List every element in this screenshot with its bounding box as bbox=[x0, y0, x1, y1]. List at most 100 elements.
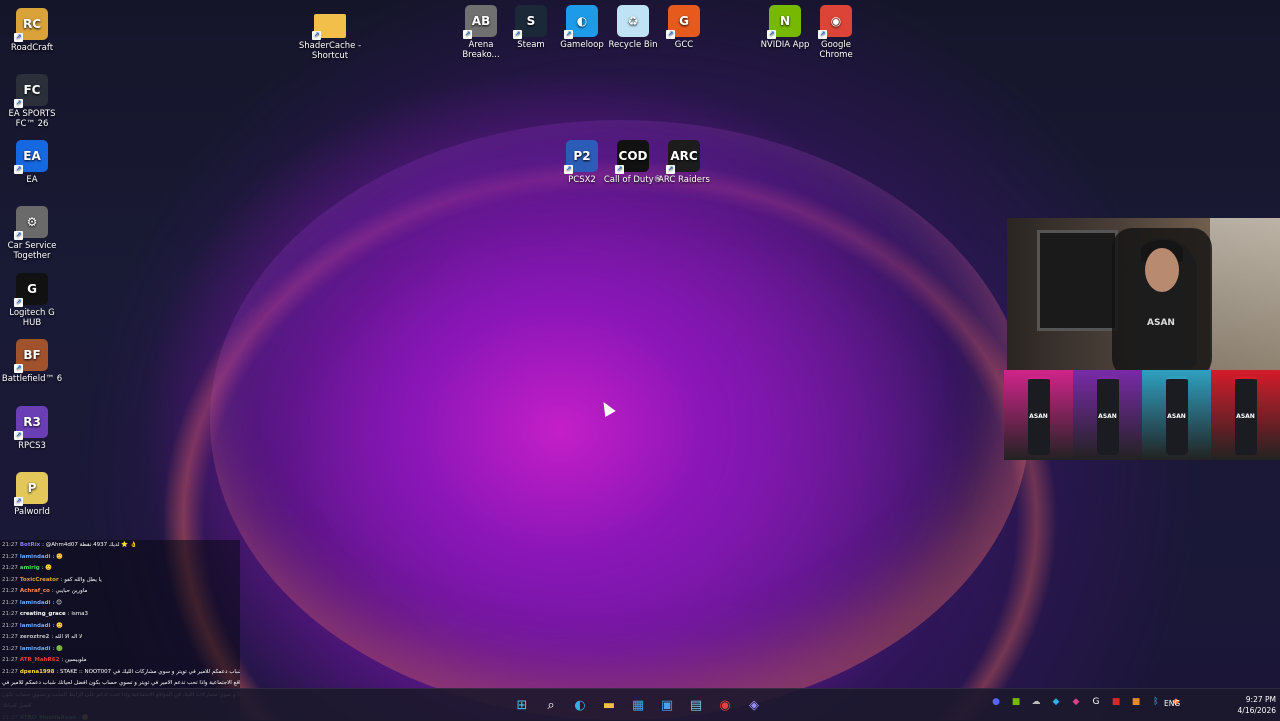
chat-message: 21:27 lamindadi: 🙂 bbox=[0, 621, 240, 633]
energy-drink-can: ASAN bbox=[1165, 375, 1188, 455]
shortcut-arrow-icon: ↗ bbox=[14, 497, 23, 506]
chat-message: 21:27 creating_grace: isma3 bbox=[0, 609, 240, 621]
sponsor-cans-banner: ASAN ASAN ASAN ASAN bbox=[1004, 370, 1280, 460]
shortcut-arrow-icon: ↗ bbox=[14, 33, 23, 42]
car-service-icon: ⚙ ↗ bbox=[14, 206, 48, 240]
desktop-icon-label: EA bbox=[26, 175, 38, 185]
logitech-tray-icon[interactable]: G bbox=[1090, 696, 1102, 708]
chat-username: zeroztre2 bbox=[19, 634, 50, 640]
rpcs3-icon: R3 ↗ bbox=[14, 406, 48, 440]
desktop-icon-label: Car Service Together bbox=[7, 241, 57, 261]
shortcut-arrow-icon: ↗ bbox=[818, 30, 827, 39]
chat-text: : 🙂 bbox=[52, 622, 63, 629]
chat-message: 21:27 BotRix: @Ahm4d07 لديك 4937 نقطة ⭐ 👌 bbox=[0, 540, 240, 552]
desktop-icon-palworld[interactable]: P ↗ Palworld bbox=[0, 472, 64, 517]
webcam-streamer-face bbox=[1145, 248, 1179, 292]
taskbar-pinned-apps: ⊞ ⌕ ◐ ▬ ▦ ▣ ▤ ◉ ◈ bbox=[510, 693, 766, 717]
chat-message: 21:27 Achraf_co: ماورين حبايبي bbox=[0, 586, 240, 598]
chat-message: 21:27 lamindadi: 🙂 bbox=[0, 552, 240, 564]
shortcut-arrow-icon: ↗ bbox=[564, 165, 573, 174]
desktop-icon-label: ARC Raiders bbox=[658, 175, 710, 185]
chat-text: : 🟢 bbox=[52, 645, 63, 652]
desktop-icon-car-service-together[interactable]: ⚙ ↗ Car Service Together bbox=[0, 206, 64, 261]
stream-app-icon[interactable]: ◈ bbox=[742, 693, 766, 717]
gameloop-icon: ◐ ↗ bbox=[564, 5, 598, 39]
chat-text: : لا اله الا الله bbox=[51, 634, 83, 640]
chat-username: lamindadi bbox=[19, 622, 51, 629]
chat-timestamp: 21:27 bbox=[2, 622, 18, 629]
desktop-icon-label: Palworld bbox=[14, 507, 50, 517]
chat-message: 21:27 lamindadi: 😊 bbox=[0, 598, 240, 610]
language-indicator[interactable]: ENG bbox=[1164, 699, 1180, 708]
desktop-icon-gcc[interactable]: G ↗ GCC bbox=[652, 5, 716, 50]
cloud-icon[interactable]: ☁ bbox=[1030, 696, 1042, 708]
control-panel-icon[interactable]: ▤ bbox=[684, 693, 708, 717]
chat-timestamp: 21:27 bbox=[2, 668, 18, 675]
chat-username: ATR_MahR62 bbox=[19, 657, 60, 663]
desktop-icon-label: ShaderCache - Shortcut bbox=[298, 41, 362, 61]
nvidia-tray-icon[interactable]: ■ bbox=[1010, 696, 1022, 708]
chat-timestamp: 21:27 bbox=[2, 657, 18, 663]
desktop-icon-label: Google Chrome bbox=[819, 40, 853, 60]
chat-timestamp: 21:27 bbox=[2, 599, 18, 606]
search-icon[interactable]: ⌕ bbox=[539, 693, 563, 717]
shortcut-arrow-icon: ↗ bbox=[666, 30, 675, 39]
chat-username: ToxicCreator bbox=[19, 576, 59, 583]
chrome-icon[interactable]: ◉ bbox=[713, 693, 737, 717]
chat-username: lamindadi bbox=[19, 645, 51, 652]
desktop-icon-battlefield-6[interactable]: BF ↗ Battlefield™ 6 bbox=[0, 339, 64, 384]
folder-icon[interactable]: ▬ bbox=[597, 693, 621, 717]
clock-date: 4/16/2026 bbox=[1237, 706, 1276, 715]
desktop-icon-rpcs3[interactable]: R3 ↗ RPCS3 bbox=[0, 406, 64, 451]
chat-timestamp: 21:27 bbox=[2, 611, 18, 617]
desktop-icon-logitech-g-hub[interactable]: G ↗ Logitech G HUB bbox=[0, 273, 64, 328]
energy-drink-can: ASAN bbox=[1096, 375, 1119, 455]
sponsor-can-panel: ASAN bbox=[1004, 370, 1073, 460]
sponsor-can-panel: ASAN bbox=[1142, 370, 1211, 460]
chat-message: 21:27 lamindadi: 🟢 bbox=[0, 644, 240, 656]
webcam-window bbox=[1210, 218, 1280, 370]
chat-message: 21:27 ToxicCreator: يا يطل والله كفو bbox=[0, 575, 240, 587]
shortcut-arrow-icon: ↗ bbox=[767, 30, 776, 39]
shortcut-arrow-icon: ↗ bbox=[14, 99, 23, 108]
desktop-icon-roadcraft[interactable]: RC ↗ RoadCraft bbox=[0, 8, 64, 53]
shortcut-arrow-icon: ↗ bbox=[14, 431, 23, 440]
ea-fc-icon: FC ↗ bbox=[14, 74, 48, 108]
desktop-icon-shadercache[interactable]: ↗ ShaderCache - Shortcut bbox=[298, 8, 362, 61]
taskbar: ⊞ ⌕ ◐ ▬ ▦ ▣ ▤ ◉ ◈ ● ■ ☁ ◆ ◆ G ■ ■ ᛒ ◆ ENG 9:27 PM 4/16/20… bbox=[0, 688, 1280, 721]
desktop-icon-google-chrome[interactable]: ◉ ↗ Google Chrome bbox=[804, 5, 868, 60]
recycle-bin-icon: ♻ bbox=[617, 5, 649, 37]
webcam-overlay: ASAN bbox=[1007, 218, 1280, 370]
store-icon[interactable]: ▦ bbox=[626, 693, 650, 717]
chat-username: lamindadi bbox=[19, 599, 51, 606]
chat-message: 21:27 amirig: 🙂 bbox=[0, 563, 240, 575]
shortcut-arrow-icon: ↗ bbox=[14, 298, 23, 307]
taskbar-clock[interactable]: 9:27 PM 4/16/2026 bbox=[1226, 694, 1276, 716]
chat-username: Achraf_co bbox=[19, 588, 50, 594]
windows-start-icon[interactable]: ⊞ bbox=[510, 693, 534, 717]
shortcut-arrow-icon: ↗ bbox=[14, 364, 23, 373]
desktop-icon-ea-sports-fc[interactable]: FC ↗ EA SPORTS FC™ 26 bbox=[0, 74, 64, 129]
desktop-icon-label: GCC bbox=[674, 40, 694, 50]
bluetooth-icon[interactable]: ᛒ bbox=[1150, 696, 1162, 708]
gcc-icon: G ↗ bbox=[666, 5, 700, 39]
tray-app-icon[interactable]: ◆ bbox=[1050, 696, 1062, 708]
chat-username: creating_grace bbox=[19, 611, 66, 617]
photos-icon[interactable]: ▣ bbox=[655, 693, 679, 717]
folder-icon: ↗ bbox=[312, 14, 346, 40]
desktop-icon-label: EA SPORTS FC™ 26 bbox=[8, 109, 56, 129]
desktop-icon-label: Battlefield™ 6 bbox=[1, 374, 63, 384]
chat-timestamp: 21:27 bbox=[2, 565, 18, 571]
pcsx2-icon: P2 ↗ bbox=[564, 140, 598, 174]
chat-timestamp: 21:27 bbox=[2, 542, 18, 548]
desktop-icon-arc-raiders[interactable]: ARC ↗ ARC Raiders bbox=[652, 140, 716, 185]
edge-icon[interactable]: ◐ bbox=[568, 693, 592, 717]
discord-icon[interactable]: ● bbox=[990, 696, 1002, 708]
chat-username: lamindadi bbox=[19, 553, 51, 560]
desktop-icon-ea[interactable]: EA ↗ EA bbox=[0, 140, 64, 185]
tray-red-icon[interactable]: ■ bbox=[1110, 696, 1122, 708]
chat-timestamp: 21:27 bbox=[2, 634, 18, 640]
tray-app-pink-icon[interactable]: ◆ bbox=[1070, 696, 1082, 708]
tray-orange-icon[interactable]: ■ bbox=[1130, 696, 1142, 708]
sponsor-can-panel: ASAN bbox=[1211, 370, 1280, 460]
